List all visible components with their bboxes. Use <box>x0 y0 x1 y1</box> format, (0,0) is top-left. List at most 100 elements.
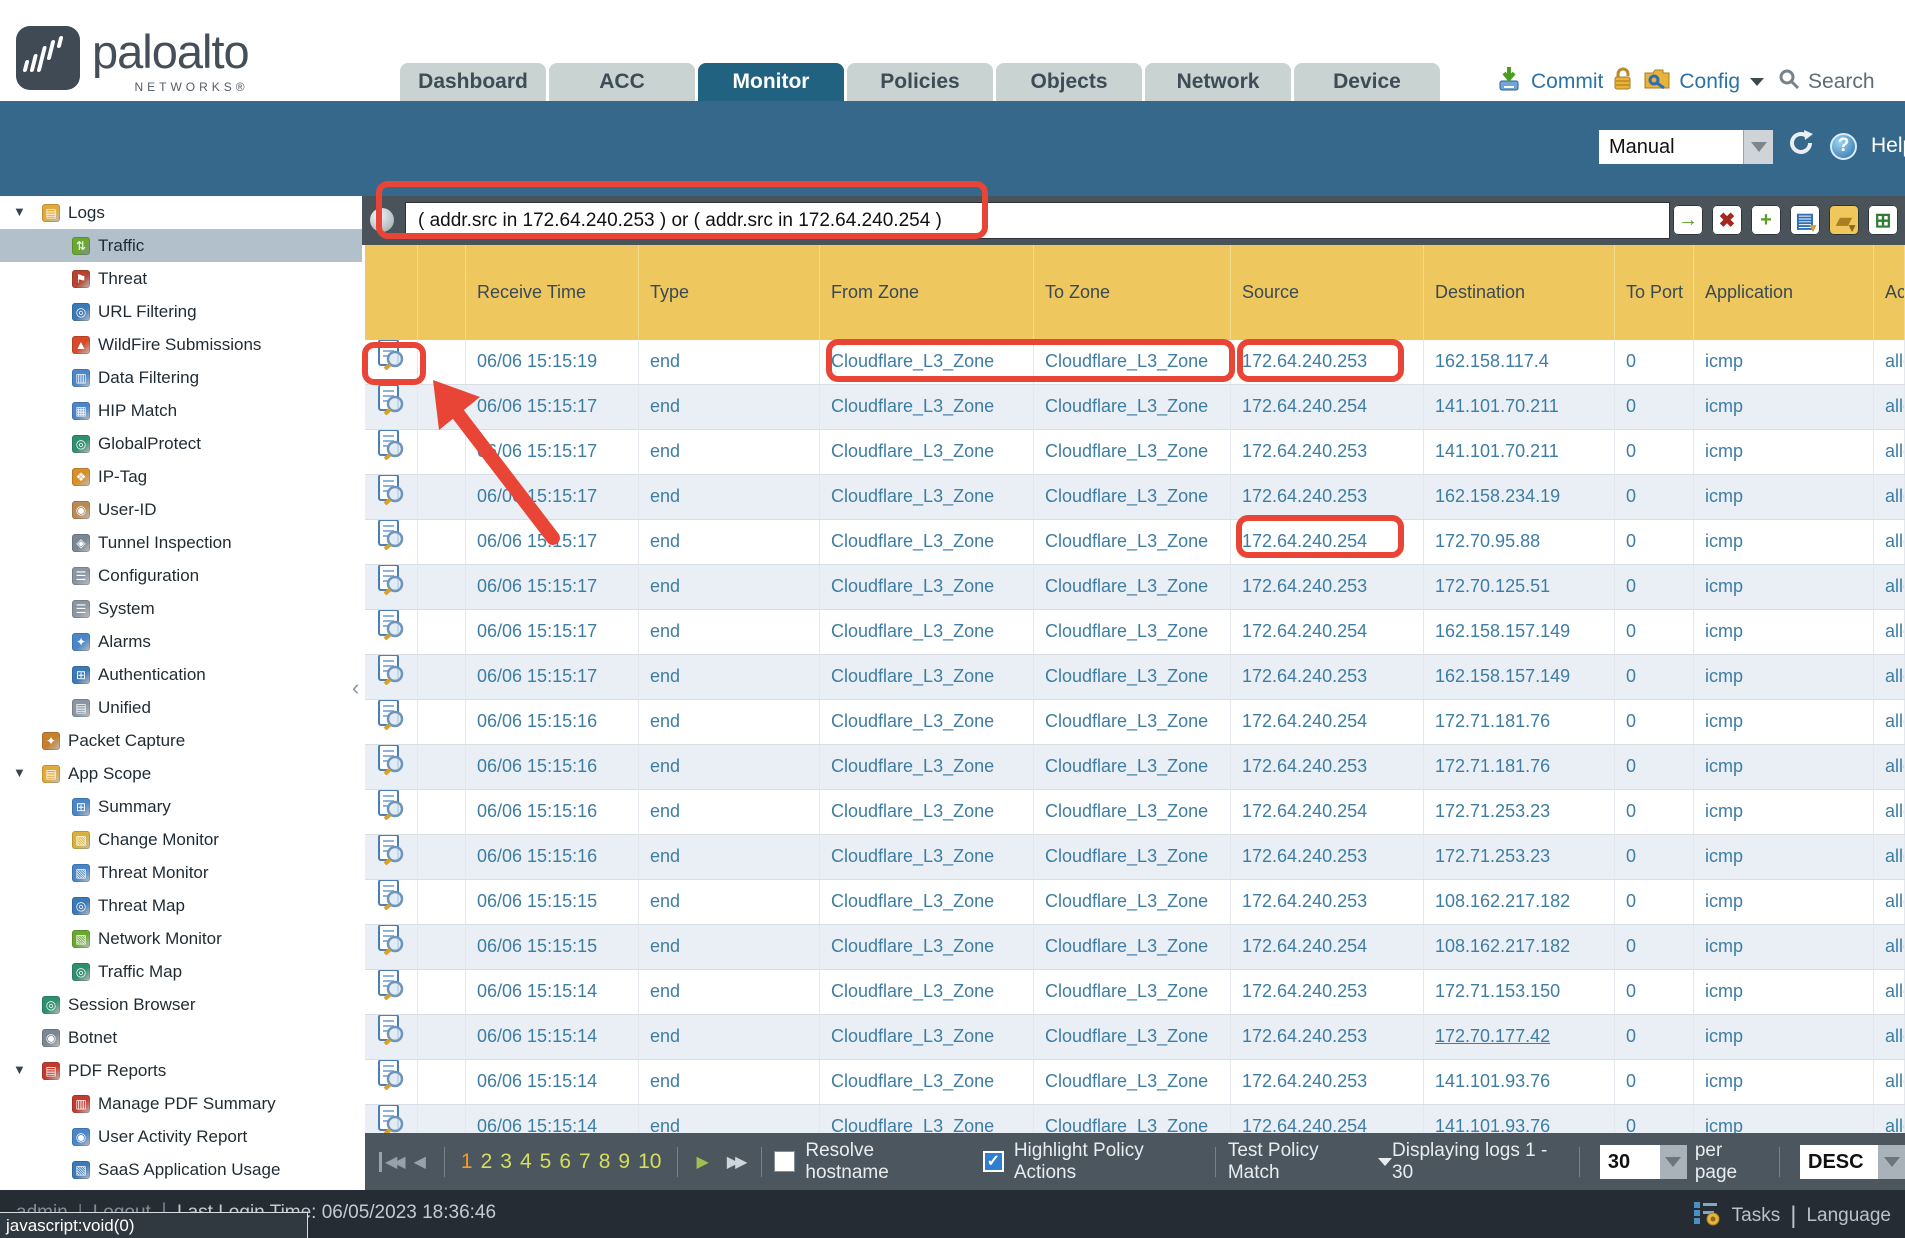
export-to-csv-icon[interactable]: ⊞ <box>1868 205 1898 235</box>
log-detail-magnifier-icon[interactable] <box>377 1015 405 1059</box>
tasks-button[interactable]: Tasks <box>1732 1205 1781 1227</box>
log-row[interactable]: 06/06 15:15:14endCloudflare_L3_ZoneCloud… <box>365 1015 1905 1060</box>
sidebar-item-threat-monitor[interactable]: ▧Threat Monitor <box>0 856 362 889</box>
detail-cell[interactable] <box>365 1015 418 1059</box>
detail-cell[interactable] <box>365 430 418 474</box>
commit-button[interactable]: Commit <box>1531 70 1603 94</box>
detail-cell[interactable] <box>365 385 418 429</box>
log-detail-magnifier-icon[interactable] <box>377 340 405 384</box>
page-number-7[interactable]: 7 <box>579 1150 591 1174</box>
tab-policies[interactable]: Policies <box>847 63 993 101</box>
page-number-6[interactable]: 6 <box>559 1150 571 1174</box>
log-detail-magnifier-icon[interactable] <box>377 475 405 519</box>
sidebar-item-threat[interactable]: ⚑Threat <box>0 262 362 295</box>
detail-cell[interactable] <box>365 745 418 789</box>
detail-cell[interactable] <box>365 970 418 1014</box>
detail-cell[interactable] <box>365 340 418 384</box>
clear-filter-icon[interactable]: ✖ <box>1712 205 1742 235</box>
sidebar-item-tunnel-inspection[interactable]: ◈Tunnel Inspection <box>0 526 362 559</box>
page-number-3[interactable]: 3 <box>500 1150 512 1174</box>
column-header-blank[interactable] <box>365 245 418 340</box>
config-button[interactable]: Config <box>1679 70 1740 94</box>
sidebar-item-alarms[interactable]: ✦Alarms <box>0 625 362 658</box>
test-policy-match-button[interactable]: Test Policy Match <box>1228 1140 1370 1184</box>
log-row[interactable]: 06/06 15:15:14endCloudflare_L3_ZoneCloud… <box>365 970 1905 1015</box>
log-detail-magnifier-icon[interactable] <box>377 430 405 474</box>
log-detail-magnifier-icon[interactable] <box>377 610 405 654</box>
page-number-4[interactable]: 4 <box>520 1150 532 1174</box>
config-icon[interactable] <box>1643 67 1671 97</box>
sidebar-item-wildfire-submissions[interactable]: ▲WildFire Submissions <box>0 328 362 361</box>
log-detail-magnifier-icon[interactable] <box>377 565 405 609</box>
highlight-policy-actions-checkbox[interactable]: ✓ <box>983 1151 1004 1172</box>
commit-icon[interactable] <box>1495 65 1523 99</box>
add-filter-icon[interactable]: + <box>1751 205 1781 235</box>
log-detail-magnifier-icon[interactable] <box>377 1060 405 1104</box>
page-number-10[interactable]: 10 <box>638 1150 661 1174</box>
log-detail-magnifier-icon[interactable] <box>377 700 405 744</box>
detail-cell[interactable] <box>365 790 418 834</box>
sidebar-collapse-handle[interactable]: ‹ <box>352 675 359 701</box>
config-dropdown-caret-icon[interactable] <box>1750 78 1764 86</box>
log-detail-magnifier-icon[interactable] <box>377 970 405 1014</box>
lock-icon[interactable] <box>1611 66 1635 98</box>
log-row[interactable]: 06/06 15:15:16endCloudflare_L3_ZoneCloud… <box>365 835 1905 880</box>
page-number-2[interactable]: 2 <box>481 1150 493 1174</box>
tree-expander-icon[interactable]: ▼ <box>13 765 26 780</box>
column-header-from-zone[interactable]: From Zone <box>820 245 1034 340</box>
sidebar-item-app-scope[interactable]: ▼▤App Scope <box>0 757 362 790</box>
log-row[interactable]: 06/06 15:15:16endCloudflare_L3_ZoneCloud… <box>365 790 1905 835</box>
log-row[interactable]: 06/06 15:15:17endCloudflare_L3_ZoneCloud… <box>365 385 1905 430</box>
log-filter-input[interactable] <box>405 202 1670 239</box>
tree-expander-icon[interactable]: ▼ <box>13 1062 26 1077</box>
detail-cell[interactable] <box>365 1105 418 1133</box>
sidebar-item-data-filtering[interactable]: ▥Data Filtering <box>0 361 362 394</box>
column-header-application[interactable]: Application <box>1694 245 1874 340</box>
destination-link[interactable]: 172.70.177.42 <box>1435 1026 1550 1046</box>
column-header-receive-time[interactable]: Receive Time <box>466 245 639 340</box>
sidebar-item-botnet[interactable]: ◉Botnet <box>0 1021 362 1054</box>
sidebar-item-system[interactable]: ☰System <box>0 592 362 625</box>
detail-cell[interactable] <box>365 475 418 519</box>
log-row[interactable]: 06/06 15:15:14endCloudflare_L3_ZoneCloud… <box>365 1060 1905 1105</box>
log-row[interactable]: 06/06 15:15:17endCloudflare_L3_ZoneCloud… <box>365 610 1905 655</box>
refresh-mode-select[interactable]: Manual <box>1599 130 1773 164</box>
sidebar-item-threat-map[interactable]: ◎Threat Map <box>0 889 362 922</box>
sidebar-item-summary[interactable]: ⊞Summary <box>0 790 362 823</box>
apply-filter-icon[interactable]: → <box>1673 205 1703 235</box>
tab-acc[interactable]: ACC <box>549 63 695 101</box>
help-icon[interactable]: ? <box>1830 133 1857 160</box>
tab-network[interactable]: Network <box>1145 63 1291 101</box>
test-policy-match-caret-icon[interactable] <box>1378 1158 1392 1166</box>
log-detail-magnifier-icon[interactable] <box>377 745 405 789</box>
per-page-caret-icon[interactable] <box>1660 1145 1687 1179</box>
detail-cell[interactable] <box>365 520 418 564</box>
log-row[interactable]: 06/06 15:15:16endCloudflare_L3_ZoneCloud… <box>365 700 1905 745</box>
column-header-to-port[interactable]: To Port <box>1615 245 1694 340</box>
sidebar-item-saas-application-usage[interactable]: ▧SaaS Application Usage <box>0 1153 362 1186</box>
sidebar-item-user-id[interactable]: ◉User-ID <box>0 493 362 526</box>
sidebar-item-traffic[interactable]: ⇅Traffic <box>0 229 362 262</box>
search-icon[interactable] <box>1778 68 1800 96</box>
language-button[interactable]: Language <box>1806 1205 1891 1227</box>
tab-monitor[interactable]: Monitor <box>698 63 844 101</box>
detail-cell[interactable] <box>365 565 418 609</box>
column-header-action[interactable]: Action <box>1874 245 1905 340</box>
prev-page-icon[interactable]: ◀ <box>414 1152 426 1172</box>
sidebar-item-configuration[interactable]: ☰Configuration <box>0 559 362 592</box>
log-detail-magnifier-icon[interactable] <box>377 385 405 429</box>
sidebar-item-ip-tag[interactable]: ❖IP-Tag <box>0 460 362 493</box>
sidebar-item-network-monitor[interactable]: ▧Network Monitor <box>0 922 362 955</box>
log-row[interactable]: 06/06 15:15:17endCloudflare_L3_ZoneCloud… <box>365 565 1905 610</box>
sidebar-item-traffic-map[interactable]: ◎Traffic Map <box>0 955 362 988</box>
sidebar-item-packet-capture[interactable]: ✦Packet Capture <box>0 724 362 757</box>
refresh-mode-caret-icon[interactable] <box>1743 130 1773 164</box>
next-page-icon[interactable]: ▶ <box>696 1152 708 1172</box>
log-detail-magnifier-icon[interactable] <box>377 790 405 834</box>
sidebar-item-globalprotect[interactable]: ◎GlobalProtect <box>0 427 362 460</box>
tab-dashboard[interactable]: Dashboard <box>400 63 546 101</box>
detail-cell[interactable] <box>365 880 418 924</box>
sidebar-item-session-browser[interactable]: ◎Session Browser <box>0 988 362 1021</box>
column-header-to-zone[interactable]: To Zone <box>1034 245 1231 340</box>
log-detail-magnifier-icon[interactable] <box>377 925 405 969</box>
